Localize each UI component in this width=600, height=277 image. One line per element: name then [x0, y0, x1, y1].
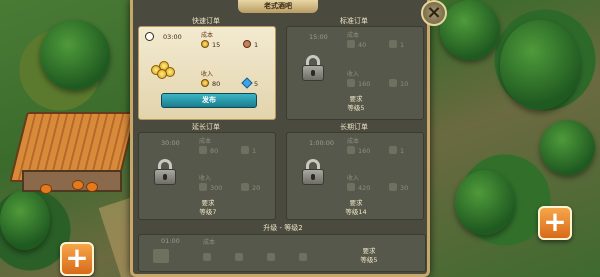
gem-icon	[241, 77, 253, 89]
cost-coins: 80	[210, 147, 219, 155]
house-icon	[153, 249, 169, 263]
coin-icon	[347, 40, 355, 48]
pumpkin	[72, 180, 84, 190]
tree	[500, 20, 580, 110]
requirement-label: 要求	[201, 199, 215, 207]
order-time: 03:00	[163, 33, 182, 41]
requirement-level: 等级5	[360, 256, 378, 264]
tree	[0, 190, 50, 250]
income-gems: 30	[400, 184, 409, 192]
income-label: 收入	[347, 175, 360, 182]
cost-coins: 40	[358, 41, 367, 49]
tree	[40, 20, 110, 90]
timer-icon	[145, 32, 154, 41]
income-coins: 420	[358, 184, 371, 192]
cost-workers: 1	[254, 41, 259, 49]
coin-icon	[347, 79, 355, 87]
shop-plus-button[interactable]: +	[538, 206, 572, 240]
wood-icon	[203, 253, 211, 261]
gem-icon	[389, 79, 397, 87]
worker-icon	[243, 40, 251, 48]
standard-order-title: 标准订单	[340, 17, 368, 25]
requirement-level: 等级7	[199, 208, 217, 216]
close-button[interactable]: ×	[421, 0, 447, 26]
standard-order-card: 15:00 成本 40 1 收入 160 10 要求 等级5	[286, 26, 424, 120]
stone-icon	[235, 253, 243, 261]
worker-icon	[389, 40, 397, 48]
quick-order-title: 快速订单	[192, 17, 220, 25]
requirement-label: 要求	[349, 95, 363, 103]
requirement: 要求 等级7	[168, 199, 248, 217]
cost-label: 成本	[347, 138, 360, 145]
publish-button[interactable]: 发布	[161, 93, 257, 108]
lock-icon	[153, 159, 177, 185]
income-gems: 20	[252, 184, 261, 192]
cost-label: 成本	[201, 32, 214, 39]
cost-label: 成本	[347, 32, 360, 39]
tool-icon	[267, 253, 275, 261]
tree	[455, 170, 515, 235]
lock-icon	[301, 159, 325, 185]
requirement: 要求 等级14	[316, 199, 396, 217]
cost-workers: 1	[400, 147, 405, 155]
worker-icon	[241, 146, 249, 154]
coin-icon	[199, 183, 207, 191]
tavern-orders-panel: 老式酒吧 快速订单 03:00 成本 15 1 收入 80 5 发布 标准订单 …	[130, 0, 447, 277]
cost-coins: 160	[358, 147, 371, 155]
quick-order-card: 03:00 成本 15 1 收入 80 5 发布	[138, 26, 276, 120]
tree	[540, 120, 595, 175]
income-gems: 5	[254, 80, 259, 88]
requirement-label: 要求	[362, 247, 376, 255]
requirement-level: 等级5	[347, 104, 365, 112]
build-plus-button[interactable]: +	[60, 242, 94, 276]
income-coins: 300	[210, 184, 223, 192]
coin-icon	[347, 146, 355, 154]
upgrade-title: 升级 - 等级2	[263, 224, 303, 232]
income-gems: 10	[400, 80, 409, 88]
income-label: 收入	[347, 71, 360, 78]
cost-coins: 15	[212, 41, 221, 49]
requirement-label: 要求	[349, 199, 363, 207]
cost-workers: 1	[252, 147, 257, 155]
tavern-base	[22, 170, 122, 192]
upgrade-row: 01:00 成本 要求 等级5	[138, 234, 426, 272]
long-order-card: 1:00:00 成本 160 1 收入 420 30 要求 等级14	[286, 132, 424, 220]
gem-icon	[241, 183, 249, 191]
gem-icon	[389, 183, 397, 191]
worker-icon	[389, 146, 397, 154]
extended-order-card: 30:00 成本 80 1 收入 300 20 要求 等级7	[138, 132, 276, 220]
order-time: 1:00:00	[309, 139, 335, 147]
coin-icon	[299, 253, 307, 261]
gold-pile-icon	[151, 57, 177, 79]
cost-workers: 1	[400, 41, 405, 49]
requirement: 要求 等级5	[316, 95, 396, 113]
coin-icon	[199, 146, 207, 154]
cost-label: 成本	[199, 138, 212, 145]
coin-icon	[201, 79, 209, 87]
upgrade-requirement: 要求 等级5	[329, 247, 409, 265]
pumpkin	[86, 182, 98, 192]
order-time: 30:00	[161, 139, 180, 147]
order-time: 15:00	[309, 33, 328, 41]
extended-order-title: 延长订单	[192, 123, 220, 131]
coin-icon	[201, 40, 209, 48]
tree	[440, 0, 500, 60]
income-coins: 160	[358, 80, 371, 88]
long-order-title: 长期订单	[340, 123, 368, 131]
income-label: 收入	[201, 71, 214, 78]
pumpkin	[40, 184, 52, 194]
coin-icon	[347, 183, 355, 191]
income-coins: 80	[212, 80, 221, 88]
panel-title: 老式酒吧	[238, 0, 318, 13]
requirement-level: 等级14	[345, 208, 367, 216]
income-label: 收入	[199, 175, 212, 182]
upgrade-time: 01:00	[161, 237, 180, 245]
upgrade-cost-label: 成本	[203, 239, 216, 246]
lock-icon	[301, 55, 325, 81]
